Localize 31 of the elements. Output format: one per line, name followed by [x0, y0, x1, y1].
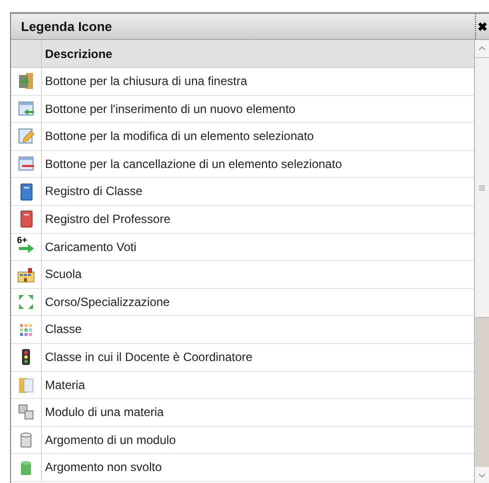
- column-header: Descrizione: [44, 46, 112, 63]
- table-cell-text: Classe: [44, 321, 82, 338]
- table-cell-text: Argomento di un modulo: [44, 432, 176, 449]
- table-cell-text: Bottone per la modifica di un elemento selezionato: [44, 128, 314, 146]
- table-cell-text: Argomento non svolto: [44, 459, 162, 476]
- table-cell-text: Corso/Specializzazione: [44, 294, 170, 311]
- table-add-icon: [17, 100, 35, 118]
- door-icon: [17, 72, 35, 90]
- table-cell-text: Registro di Classe: [44, 183, 142, 200]
- pencil-table-icon: [17, 127, 35, 146]
- window-title: Legenda Icone: [20, 18, 114, 36]
- arrows-icon: [17, 293, 35, 312]
- table-remove-icon: [17, 155, 35, 174]
- school-icon: [17, 265, 35, 284]
- table-cell-text: Materia: [44, 376, 86, 394]
- table-cell-text: Caricamento Voti: [44, 238, 136, 256]
- table-cell-text: Modulo di una materia: [44, 404, 164, 422]
- table-cell-text: Registro del Professore: [44, 210, 170, 228]
- table-cell-text: Bottone per la cancellazione di un elemento selezionato: [44, 156, 342, 173]
- blocks-icon: [17, 403, 35, 422]
- table-cell-text: Classe in cui il Docente è Coordinatore: [44, 348, 252, 366]
- scroll-thumb[interactable]: [475, 58, 489, 318]
- scroll-up-icon[interactable]: [478, 46, 486, 51]
- grade-label: 6+: [17, 236, 28, 245]
- table-cell-text: Bottone per la chiusura di una finestra: [44, 73, 248, 90]
- folder-icon: [17, 376, 35, 394]
- table-cell-text: Scuola: [44, 266, 82, 284]
- close-button[interactable]: ✖: [475, 14, 489, 39]
- scrollbar[interactable]: [474, 40, 489, 483]
- scroll-down-icon[interactable]: [478, 472, 486, 478]
- table-cell-text: Bottone per l'inserimento di un nuovo elemento: [44, 100, 296, 118]
